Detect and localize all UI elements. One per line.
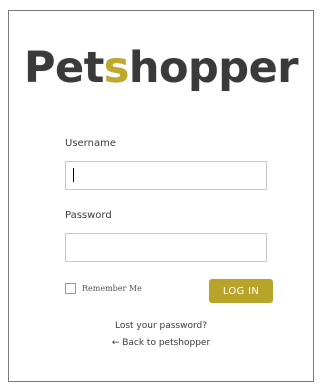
username-label: Username [65,138,116,149]
remember-me-label[interactable]: Remember Me [82,284,142,293]
password-input[interactable] [65,233,267,262]
lost-password-link[interactable]: Lost your password? [9,321,313,331]
login-panel: Petshopper Username Password Remember Me… [8,10,314,382]
site-logo[interactable]: Petshopper [9,47,313,90]
remember-me-checkbox[interactable] [65,283,76,294]
logo-text-hopper: hopper [128,43,299,93]
logo-text-s: s [103,43,130,93]
logo-text-pet: Pet [24,43,104,93]
login-button[interactable]: LOG IN [209,279,273,303]
remember-me-row[interactable]: Remember Me [65,283,142,294]
text-caret [73,168,74,182]
password-label: Password [65,210,112,221]
back-to-site-link[interactable]: ← Back to petshopper [9,338,313,348]
username-input[interactable] [65,161,267,190]
